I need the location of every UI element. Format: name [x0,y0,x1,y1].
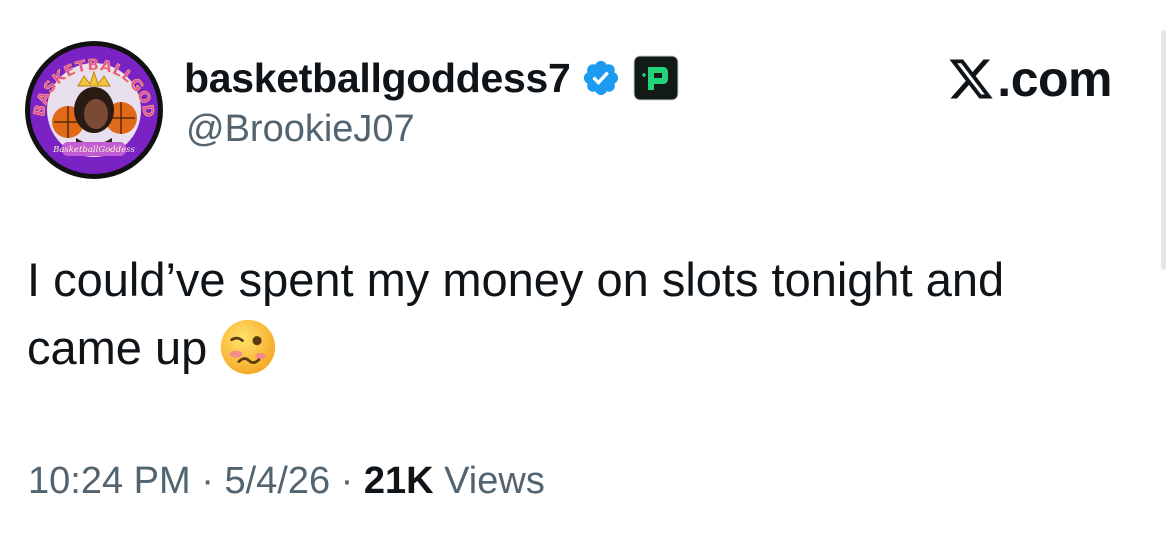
tweet-text: I could’ve spent my money on slots tonig… [27,246,1127,382]
tweet-text-content: I could’ve spent my money on slots tonig… [27,253,1005,374]
prizepicks-affiliate-icon[interactable] [633,55,679,101]
x-com-label: .com [997,51,1112,107]
tweet-time[interactable]: 10:24 PM [28,460,191,503]
x-com-branding: .com [947,50,1112,108]
tweet-date[interactable]: 5/4/26 [224,460,330,503]
avatar[interactable]: BASKETBALLGODDESS BasketballGoddess [24,40,164,180]
x-logo-icon [947,55,995,103]
verified-badge-icon [581,58,621,98]
views-label: Views [433,460,545,502]
woozy-face-emoji [219,318,277,376]
avatar-script-text: BasketballGoddess [52,145,135,155]
author-handle[interactable]: @BrookieJ07 [186,108,415,151]
name-row: basketballgoddess7 [184,54,679,102]
tweet-card: BASKETBALLGODDESS BasketballGoddess bask… [0,0,1170,535]
tweet-meta: 10:24 PM · 5/4/26 · 21K Views [28,460,545,503]
separator-dot: · [330,460,364,502]
separator-dot: · [190,460,225,502]
scrollbar[interactable] [1161,30,1166,270]
views-count[interactable]: 21K [364,460,434,503]
display-name[interactable]: basketballgoddess7 [184,55,571,102]
